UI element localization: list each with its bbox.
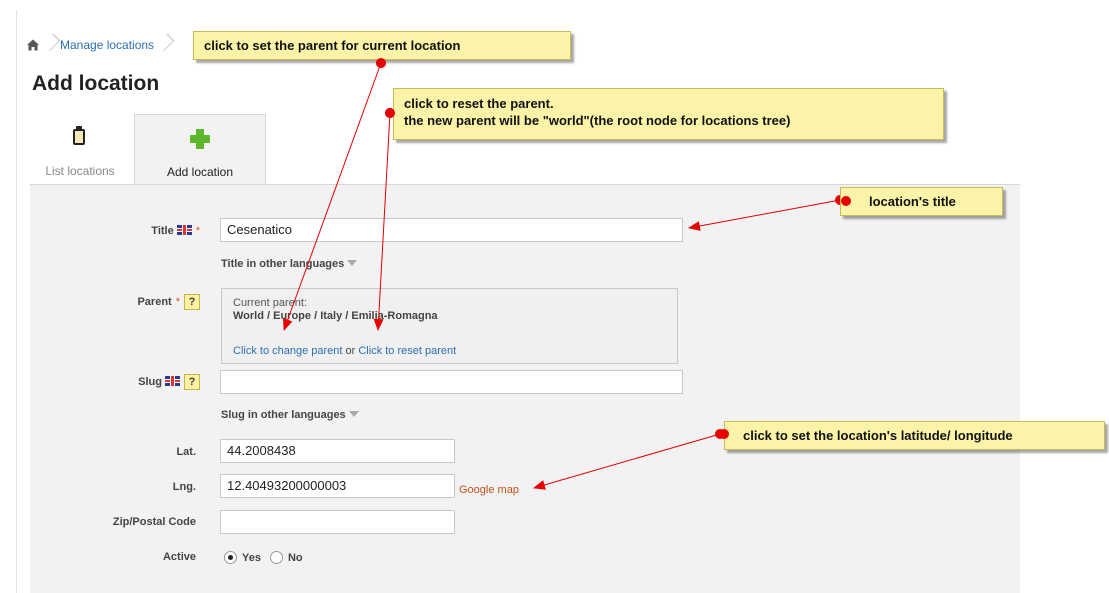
current-parent-path: World / Europe / Italy / Emilia-Romagna (233, 310, 438, 322)
page-title: Add location (32, 72, 160, 95)
title-label: Title (151, 225, 174, 237)
title-other-languages-toggle[interactable]: Title in other languages (221, 258, 358, 270)
required-mark: * (175, 295, 180, 308)
lat-label: Lat. (176, 446, 196, 458)
lat-input[interactable]: 44.2008438 (220, 439, 455, 463)
page: Manage locations Add location List locat… (0, 0, 1109, 593)
note-reset-parent: click to reset the parent. the new paren… (393, 88, 944, 140)
google-map-link[interactable]: Google map (459, 484, 519, 496)
toggle-label: Title in other languages (221, 258, 345, 270)
slug-input[interactable] (220, 370, 683, 394)
tab-list-locations[interactable]: List locations (30, 114, 130, 184)
note-line: click to reset the parent. (404, 96, 554, 111)
note-set-parent: click to set the parent for current loca… (193, 31, 571, 60)
tab-label: List locations (45, 164, 115, 178)
parent-help-button[interactable]: ? (184, 294, 200, 310)
slug-help-button[interactable]: ? (184, 374, 200, 390)
zip-input[interactable] (220, 510, 455, 534)
lng-input[interactable]: 12.40493200000003 (220, 474, 455, 498)
triangle-down-icon (347, 260, 358, 266)
breadcrumb-separator (160, 34, 168, 56)
active-yes-radio[interactable] (224, 551, 237, 564)
parent-box: Current parent: World / Europe / Italy /… (221, 288, 678, 364)
required-mark: * (195, 225, 200, 237)
active-no-radio[interactable] (269, 551, 283, 564)
title-input[interactable]: Cesenatico (220, 218, 683, 242)
change-parent-link[interactable]: Click to change parent (233, 345, 342, 357)
active-radio-group: Yes No (224, 551, 303, 564)
toggle-label: Slug in other languages (221, 409, 346, 421)
tab-label: Add location (166, 165, 234, 179)
breadcrumb-separator (46, 34, 54, 56)
note-latlng: click to set the location's latitude/ lo… (724, 421, 1105, 450)
or-text: or (342, 345, 359, 357)
triangle-down-icon (348, 411, 359, 417)
parent-label-row: Parent *? (100, 294, 200, 310)
active-no-label: No (287, 551, 303, 564)
current-parent-label: Current parent: (233, 297, 307, 309)
slug-other-languages-toggle[interactable]: Slug in other languages (221, 409, 359, 421)
slug-label-row: Slug? (100, 374, 200, 390)
parent-label: Parent (137, 295, 172, 308)
tab-add-location[interactable]: Add location (134, 114, 266, 186)
parent-actions: Click to change parent or Click to reset… (233, 345, 456, 357)
breadcrumb: Manage locations (26, 34, 174, 56)
reset-parent-link[interactable]: Click to reset parent (358, 345, 456, 357)
slug-label: Slug (138, 375, 162, 388)
uk-flag-icon (176, 225, 192, 235)
note-title: location's title (840, 187, 1003, 216)
zip-label: Zip/Postal Code (112, 516, 196, 528)
active-label: Active (162, 551, 196, 563)
active-yes-label: Yes (242, 551, 261, 564)
breadcrumb-manage-locations[interactable]: Manage locations (60, 38, 154, 52)
clipboard-icon (69, 126, 91, 148)
title-label-row: Title * (100, 225, 200, 237)
home-icon[interactable] (26, 38, 40, 52)
lng-label: Lng. (172, 481, 196, 493)
uk-flag-icon (165, 375, 180, 386)
plus-icon (189, 127, 211, 149)
note-line: the new parent will be "world"(the root … (404, 113, 791, 128)
